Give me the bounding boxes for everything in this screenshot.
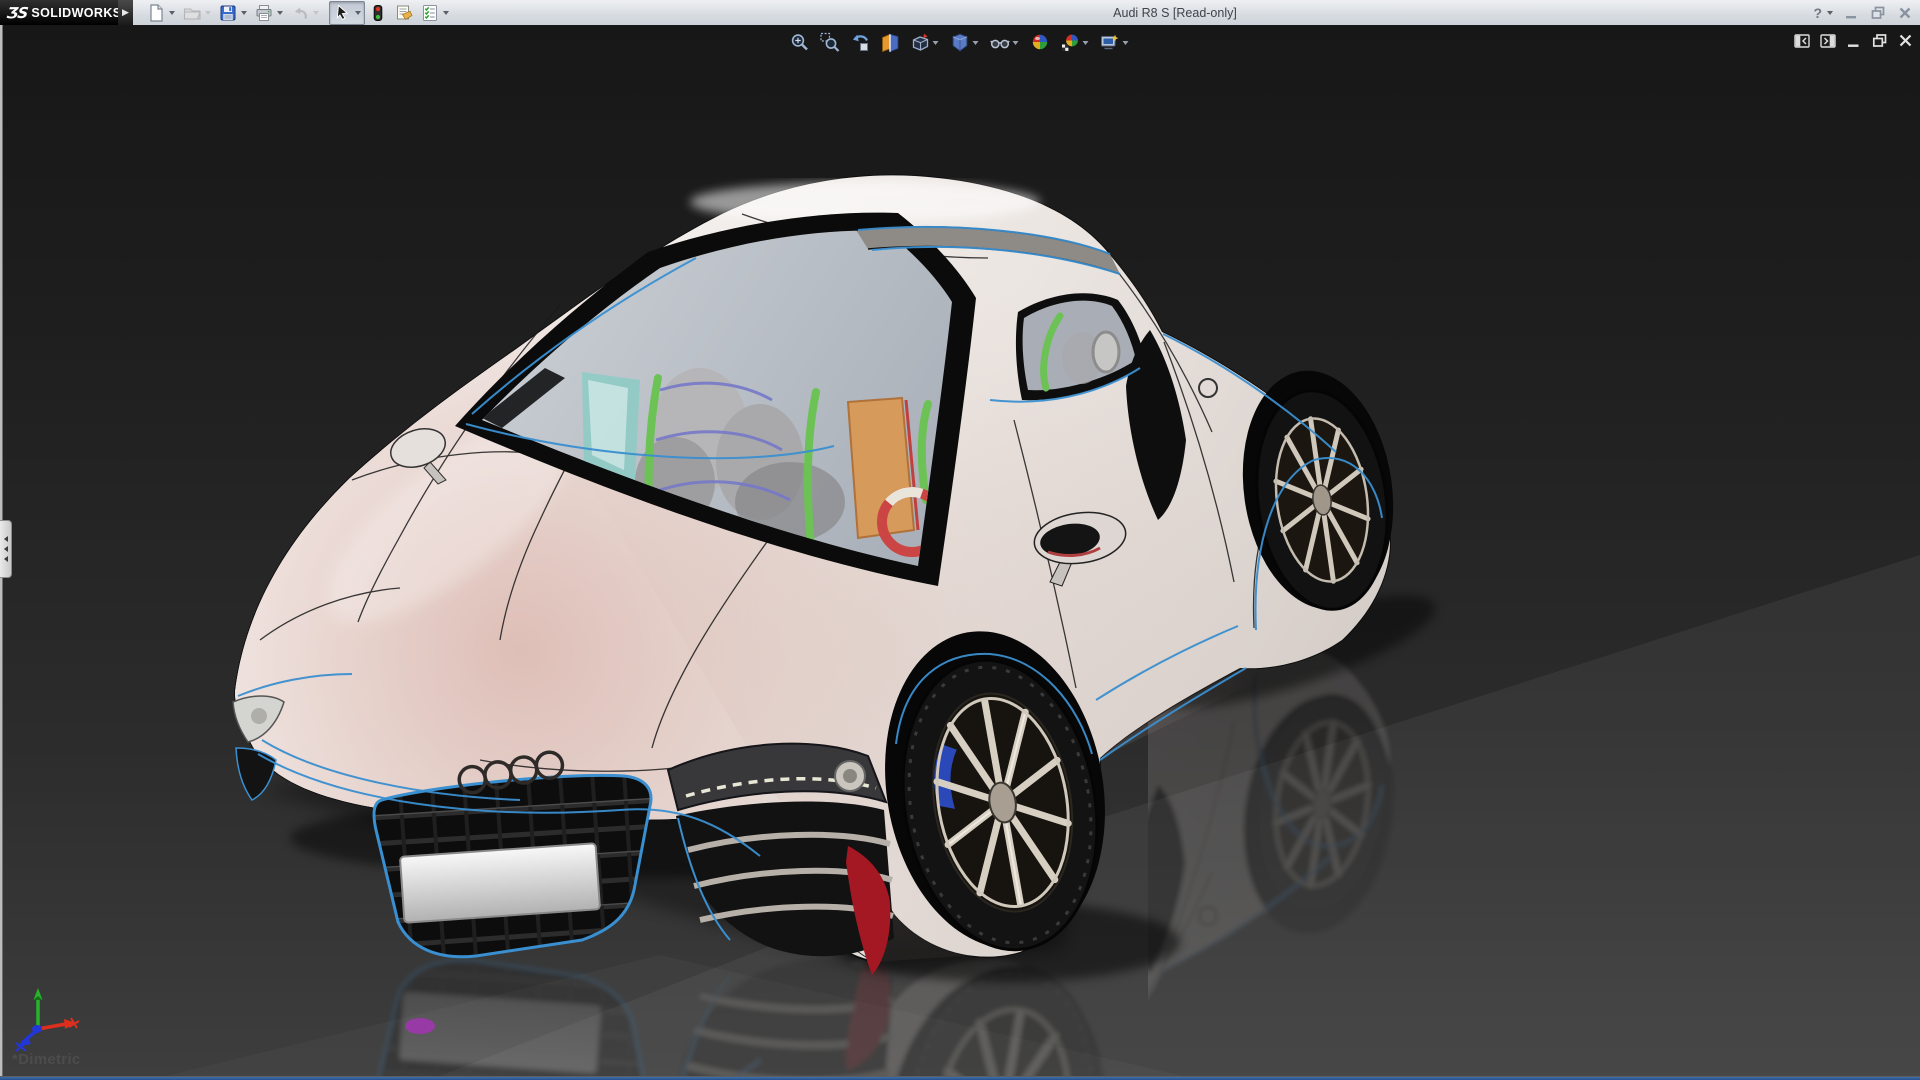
zoom-to-fit-icon [790, 32, 811, 53]
right-pane-icon [1819, 32, 1837, 50]
solidworks-logo: ƷS SOLIDWORKS [0, 0, 118, 25]
edit-appearance-icon [1030, 32, 1051, 53]
apply-scene-icon [1060, 32, 1081, 53]
options-checklist-icon [421, 4, 439, 22]
hide-show-items-dropdown[interactable] [1013, 41, 1019, 45]
orientation-triad [8, 987, 80, 1055]
window-title: Audi R8 S [Read-only] [1113, 0, 1237, 25]
doc-restore-button[interactable] [1870, 31, 1889, 50]
title-bar: ƷS SOLIDWORKS ▶ [0, 0, 1920, 26]
z-axis [16, 1025, 42, 1051]
undo-button[interactable] [287, 1, 323, 25]
x-axis [38, 1018, 79, 1029]
open-folder-icon [183, 4, 201, 22]
previous-view-button[interactable] [847, 30, 874, 55]
doc-restore-icon [1871, 32, 1888, 49]
select-cursor-icon [333, 4, 351, 22]
file-properties-button[interactable] [391, 1, 417, 25]
save-floppy-icon [219, 4, 237, 22]
new-document-icon [147, 4, 165, 22]
view-orientation-icon [910, 32, 931, 53]
save-dropdown[interactable] [241, 11, 247, 15]
heads-up-view-toolbar [787, 30, 1134, 55]
titlebar-window-controls: ? [1813, 0, 1914, 25]
display-style-button[interactable] [947, 30, 984, 55]
select-tool-dropdown[interactable] [355, 11, 361, 15]
standard-toolbar [143, 0, 453, 25]
view-settings-icon [1100, 32, 1121, 53]
view-settings-button[interactable] [1097, 30, 1134, 55]
open-button[interactable] [179, 1, 215, 25]
doc-close-icon [1897, 32, 1914, 49]
graphics-area[interactable]: *Dimetric [0, 25, 1920, 1080]
print-dropdown[interactable] [277, 11, 283, 15]
section-view-button[interactable] [877, 30, 904, 55]
chevron-left-icon [4, 536, 8, 542]
apply-scene-button[interactable] [1057, 30, 1094, 55]
feature-manager-flyout-tab[interactable] [0, 520, 12, 578]
doc-minimize-icon [1845, 32, 1862, 49]
previous-view-icon [850, 32, 871, 53]
document-window-controls [1792, 31, 1915, 50]
reflection-magenta-spot [405, 1018, 435, 1034]
chevron-left-icon [4, 556, 8, 562]
doc-minimize-button[interactable] [1844, 31, 1863, 50]
display-style-icon [950, 32, 971, 53]
options-button[interactable] [417, 1, 453, 25]
show-left-pane-button[interactable] [1792, 31, 1811, 50]
view-settings-dropdown[interactable] [1123, 41, 1129, 45]
options-dropdown[interactable] [443, 11, 449, 15]
menu-flyout-button[interactable]: ▶ [118, 0, 133, 25]
view-orientation-button[interactable] [907, 30, 944, 55]
left-pane-icon [1793, 32, 1811, 50]
new-document-dropdown[interactable] [169, 11, 175, 15]
minimize-button[interactable] [1842, 4, 1860, 22]
undo-dropdown[interactable] [313, 11, 319, 15]
help-dropdown[interactable] [1827, 11, 1833, 15]
zoom-to-area-button[interactable] [817, 30, 844, 55]
file-properties-icon [395, 4, 413, 22]
help-button[interactable]: ? [1813, 5, 1833, 21]
car-model[interactable] [0, 25, 1920, 1080]
save-button[interactable] [215, 1, 251, 25]
edit-appearance-button[interactable] [1027, 30, 1054, 55]
section-view-icon [880, 32, 901, 53]
zoom-to-area-icon [820, 32, 841, 53]
hide-show-items-button[interactable] [987, 30, 1024, 55]
close-button[interactable] [1896, 4, 1914, 22]
select-tool-button[interactable] [329, 1, 365, 25]
hide-show-items-icon [990, 32, 1011, 53]
solidworks-brand-text: SOLIDWORKS [31, 6, 121, 20]
minimize-icon [1843, 5, 1859, 21]
print-button[interactable] [251, 1, 287, 25]
open-dropdown[interactable] [205, 11, 211, 15]
selection-stoplight-button[interactable] [365, 1, 391, 25]
restore-button[interactable] [1869, 4, 1887, 22]
solidworks-logo-mark-icon: ƷS [6, 4, 29, 22]
chevron-left-icon [4, 546, 8, 552]
doc-close-button[interactable] [1896, 31, 1915, 50]
zoom-to-fit-button[interactable] [787, 30, 814, 55]
apply-scene-dropdown[interactable] [1083, 41, 1089, 45]
show-right-pane-button[interactable] [1818, 31, 1837, 50]
view-orientation-dropdown[interactable] [933, 41, 939, 45]
close-icon [1897, 5, 1913, 21]
view-orientation-label: *Dimetric [12, 1051, 81, 1068]
undo-icon [291, 4, 309, 22]
stoplight-icon [369, 4, 387, 22]
display-style-dropdown[interactable] [973, 41, 979, 45]
help-question-icon: ? [1813, 5, 1822, 21]
print-icon [255, 4, 273, 22]
restore-icon [1870, 5, 1886, 21]
y-axis [34, 988, 43, 1029]
license-plate [400, 843, 600, 923]
new-document-button[interactable] [143, 1, 179, 25]
headlight-and-intake [668, 744, 894, 975]
